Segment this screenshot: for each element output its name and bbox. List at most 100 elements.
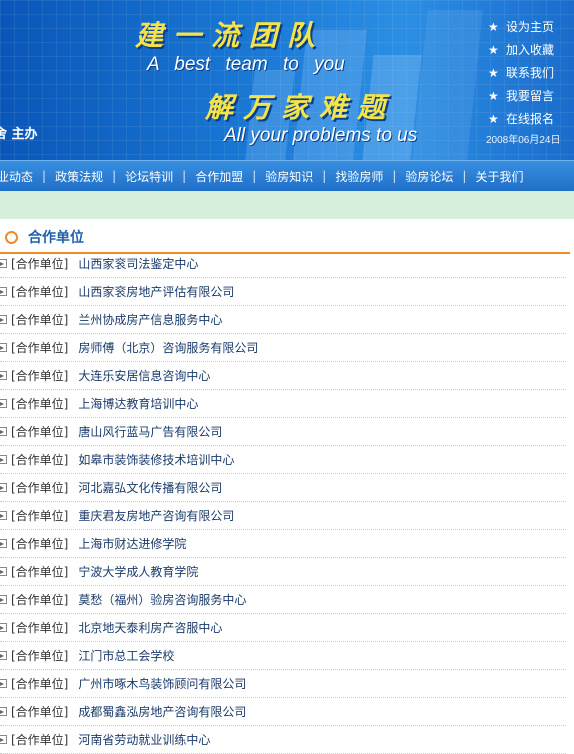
partner-link[interactable]: 山西家衮司法鉴定中心 (78, 255, 198, 272)
main-nav: 业动态 | 政策法规 | 论坛特训 | 合作加盟 | 验房知识 | 找验房师 | 验房论坛 | 关于我们 (0, 160, 574, 191)
quick-link-label: 加入收藏 (506, 43, 555, 57)
arrow-bullet-icon (0, 567, 7, 576)
quick-link-label: 在线报名 (506, 112, 555, 126)
arrow-bullet-icon (0, 483, 7, 492)
nav-track: 业动态 | 政策法规 | 论坛特训 | 合作加盟 | 验房知识 | 找验房师 | 验房论坛 | 关于我们 (0, 168, 532, 185)
partner-link[interactable]: 上海市财达进修学院 (78, 535, 186, 552)
list-item: [合作单位] 山西家衮司法鉴定中心 (0, 250, 566, 278)
list-item: [合作单位] 上海博达教育培训中心 (0, 390, 566, 418)
arrow-bullet-icon (0, 399, 7, 408)
list-item: [合作单位] 房师傅（北京）咨询服务有限公司 (0, 334, 566, 362)
arrow-bullet-icon (0, 315, 7, 324)
item-category-tag: [合作单位] (11, 313, 69, 327)
partner-link[interactable]: 上海博达教育培训中心 (78, 395, 198, 412)
list-item: [合作单位] 河北嘉弘文化传播有限公司 (0, 474, 566, 502)
arrow-bullet-icon (0, 511, 7, 520)
arrow-bullet-icon (0, 455, 7, 464)
star-icon: ★ (488, 88, 499, 103)
header-banner: 建一流团队 A best team to you 解万家难题 All your … (0, 0, 574, 160)
slogan-english-2: All your problems to us (224, 125, 418, 146)
arrow-bullet-icon (0, 707, 7, 716)
arrow-bullet-icon (0, 287, 7, 296)
quick-link[interactable]: ★ 在线报名 (488, 107, 574, 130)
nav-item[interactable]: 政策法规 (46, 168, 112, 185)
quick-link-label: 联系我们 (506, 66, 555, 80)
nav-item[interactable]: 业动态 (0, 168, 42, 185)
partner-link[interactable]: 成都蜀鑫泓房地产咨询有限公司 (78, 703, 246, 720)
arrow-bullet-icon (0, 735, 7, 744)
partner-link[interactable]: 房师傅（北京）咨询服务有限公司 (78, 339, 258, 356)
list-item: [合作单位] 重庆君友房地产咨询有限公司 (0, 502, 566, 530)
partner-link[interactable]: 莫愁（福州）验房咨询服务中心 (78, 591, 246, 608)
list-item: [合作单位] 唐山风行蓝马广告有限公司 (0, 418, 566, 446)
item-category-tag: [合作单位] (11, 733, 69, 747)
list-item: [合作单位] 上海市财达进修学院 (0, 530, 566, 558)
arrow-bullet-icon (0, 539, 7, 548)
nav-item[interactable]: 关于我们 (466, 168, 532, 185)
item-category-tag: [合作单位] (11, 453, 69, 467)
partner-link[interactable]: 山西家衮房地产评估有限公司 (78, 283, 234, 300)
arrow-bullet-icon (0, 623, 7, 632)
list-item: [合作单位] 莫愁（福州）验房咨询服务中心 (0, 586, 566, 614)
item-category-tag: [合作单位] (11, 509, 69, 523)
partner-link[interactable]: 江门市总工会学校 (78, 647, 174, 664)
item-category-tag: [合作单位] (11, 621, 69, 635)
quick-link-label: 设为主页 (506, 20, 555, 34)
list-item: [合作单位] 成都蜀鑫泓房地产咨询有限公司 (0, 698, 566, 726)
item-category-tag: [合作单位] (11, 537, 69, 551)
arrow-bullet-icon (0, 371, 7, 380)
section-title: 合作单位 (28, 230, 84, 246)
list-item: [合作单位] 广州市啄木鸟装饰顾问有限公司 (0, 670, 566, 698)
arrow-bullet-icon (0, 679, 7, 688)
arrow-bullet-icon (0, 427, 7, 436)
nav-item[interactable]: 验房论坛 (396, 168, 462, 185)
item-category-tag: [合作单位] (11, 257, 69, 271)
partner-link[interactable]: 河南省劳动就业训练中心 (78, 731, 210, 748)
item-category-tag: [合作单位] (11, 341, 69, 355)
star-icon: ★ (488, 65, 499, 80)
list-item: [合作单位] 江门市总工会学校 (0, 642, 566, 670)
item-category-tag: [合作单位] (11, 705, 69, 719)
quick-link[interactable]: ★ 加入收藏 (488, 38, 574, 61)
partner-link[interactable]: 如皋市装饰装修技术培训中心 (78, 451, 234, 468)
nav-item[interactable]: 合作加盟 (186, 168, 252, 185)
partner-link[interactable]: 河北嘉弘文化传播有限公司 (78, 479, 222, 496)
star-icon: ★ (488, 111, 499, 126)
quick-link[interactable]: ★ 联系我们 (488, 61, 574, 84)
item-category-tag: [合作单位] (11, 565, 69, 579)
quick-links: ★ 设为主页 ★ 加入收藏 ★ 联系我们 ★ 我要留言 ★ 在线报名 (488, 15, 574, 130)
partner-link[interactable]: 宁波大学成人教育学院 (78, 563, 198, 580)
content-top-bar (0, 191, 574, 219)
item-category-tag: [合作单位] (11, 397, 69, 411)
list-item: [合作单位] 宁波大学成人教育学院 (0, 558, 566, 586)
partner-link[interactable]: 重庆君友房地产咨询有限公司 (78, 507, 234, 524)
partner-link[interactable]: 大连乐安居信息咨询中心 (78, 367, 210, 384)
arrow-bullet-icon (0, 343, 7, 352)
item-category-tag: [合作单位] (11, 425, 69, 439)
item-category-tag: [合作单位] (11, 369, 69, 383)
list-item: [合作单位] 大连乐安居信息咨询中心 (0, 362, 566, 390)
current-date: 2008年06月24日 (486, 135, 561, 146)
partner-link[interactable]: 北京地天泰利房产咨服中心 (78, 619, 222, 636)
partner-link[interactable]: 唐山风行蓝马广告有限公司 (78, 423, 222, 440)
item-category-tag: [合作单位] (11, 481, 69, 495)
nav-item[interactable]: 找验房师 (326, 168, 392, 185)
list-item: [合作单位] 如皋市装饰装修技术培训中心 (0, 446, 566, 474)
slogan-chinese-2: 解万家难题 (205, 91, 396, 124)
nav-item[interactable]: 验房知识 (256, 168, 322, 185)
list-item: [合作单位] 河南省劳动就业训练中心 (0, 726, 566, 754)
item-category-tag: [合作单位] (11, 677, 69, 691)
quick-link[interactable]: ★ 设为主页 (488, 15, 574, 38)
partner-link[interactable]: 广州市啄木鸟装饰顾问有限公司 (78, 675, 246, 692)
quick-link-label: 我要留言 (506, 89, 555, 103)
nav-item[interactable]: 论坛特训 (116, 168, 182, 185)
partner-list: [合作单位] 山西家衮司法鉴定中心 [合作单位] 山西家衮房地产评估有限公司 [合作单位… (0, 250, 570, 754)
partner-link[interactable]: 兰州协成房产信息服务中心 (78, 311, 222, 328)
slogan-chinese-1: 建一流团队 (135, 19, 326, 52)
circle-bullet-icon (5, 230, 18, 244)
quick-link[interactable]: ★ 我要留言 (488, 84, 574, 107)
list-item: [合作单位] 兰州协成房产信息服务中心 (0, 306, 566, 334)
item-category-tag: [合作单位] (11, 649, 69, 663)
sponsor-text: 舍 主办 (0, 127, 38, 142)
slogan-english-1: A best team to you (147, 54, 345, 75)
